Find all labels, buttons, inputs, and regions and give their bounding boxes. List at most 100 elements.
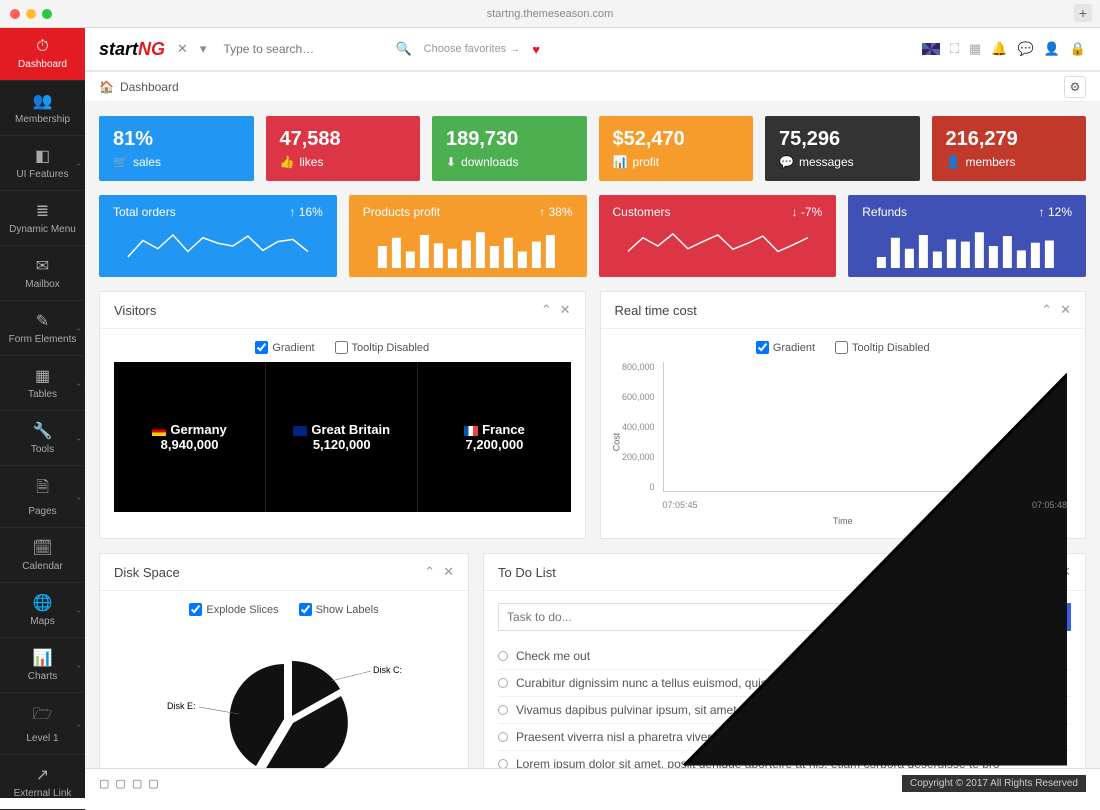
sidebar-label: UI Features [16, 169, 68, 180]
chevron-down-icon: ⌄ [75, 606, 82, 615]
sidebar-item-calendar[interactable]: 🗓Calendar [0, 528, 85, 583]
sidebar-icon: ⏱ [36, 38, 48, 56]
sidebar-label: Tables [28, 389, 57, 400]
todo-checkbox-icon[interactable] [498, 759, 508, 768]
gradient-checkbox[interactable]: Gradient [255, 341, 314, 354]
spark-card[interactable]: Customers↓ -7% [599, 195, 837, 277]
country-flag-icon [152, 426, 166, 436]
todo-checkbox-icon[interactable] [498, 651, 508, 661]
sidebar-icon: ↗ [36, 765, 49, 785]
collapse-icon[interactable]: ⌃ [1041, 302, 1052, 318]
stat-card-sales[interactable]: 81%🛒sales [99, 116, 254, 181]
twitter-icon[interactable]: ▢ [115, 777, 125, 790]
search-icon[interactable]: 🔍 [395, 41, 411, 57]
dropdown-icon[interactable]: ▾ [200, 41, 207, 57]
home-icon[interactable]: 🏠 [99, 80, 114, 94]
grid-icon[interactable]: ▦ [969, 41, 981, 57]
search-input[interactable] [218, 37, 383, 61]
sidebar-icon: 🗓 [32, 538, 52, 558]
todo-checkbox-icon[interactable] [498, 732, 508, 742]
stat-icon: 💬 [779, 155, 794, 169]
spark-card[interactable]: Products profit↑ 38% [349, 195, 587, 277]
settings-button[interactable]: ⚙ [1064, 76, 1086, 98]
lock-icon[interactable]: 🔒 [1070, 41, 1086, 57]
sidebar-item-form-elements[interactable]: ✎Form Elements⌄ [0, 301, 85, 356]
stat-label: members [965, 155, 1015, 169]
country-stat: France7,200,000 [418, 362, 570, 512]
collapse-icon[interactable]: ⌃ [541, 302, 552, 318]
show-labels-checkbox[interactable]: Show Labels [299, 603, 379, 616]
spark-card[interactable]: Refunds↑ 12% [848, 195, 1086, 277]
stat-card-members[interactable]: 216,279👤members [932, 116, 1087, 181]
sidebar-item-dynamic-menu[interactable]: ≣Dynamic Menu [0, 191, 85, 246]
sparkbar-chart [862, 228, 1072, 268]
facebook-icon[interactable]: ▢ [99, 777, 109, 790]
sidebar-item-tables[interactable]: ▦Tables⌄ [0, 356, 85, 411]
notification-icon[interactable]: 🔔 [991, 41, 1007, 57]
panel-title: Real time cost [615, 303, 697, 318]
sidebar-icon: ▦ [35, 366, 50, 386]
chevron-down-icon: ⌄ [75, 661, 82, 670]
sidebar-item-charts[interactable]: 📊Charts⌄ [0, 638, 85, 693]
sidebar-icon: ◧ [35, 146, 50, 166]
close-panel-icon[interactable]: ✕ [443, 564, 454, 580]
language-flag-icon[interactable] [922, 43, 940, 55]
close-icon[interactable]: ✕ [177, 41, 188, 57]
sidebar-item-maps[interactable]: 🌐Maps⌄ [0, 583, 85, 638]
sidebar-item-ui-features[interactable]: ◧UI Features⌄ [0, 136, 85, 191]
sparkline-chart [113, 228, 323, 268]
sidebar-item-tools[interactable]: 🔧Tools⌄ [0, 411, 85, 466]
sidebar-item-mailbox[interactable]: ✉ Mailbox [0, 246, 85, 301]
sidebar: ⏱Dashboard👥Membership ◧ UI Features ⌄ ≣Dynam… [0, 28, 85, 798]
sidebar-item-dashboard[interactable]: ⏱Dashboard [0, 28, 85, 81]
copyright: Copyright © 2017 All Rights Reserved [902, 775, 1086, 792]
chat-icon[interactable]: 💬 [1017, 41, 1033, 57]
sidebar-label: Dynamic Menu [9, 224, 76, 235]
pinterest-icon[interactable]: ▢ [148, 777, 158, 790]
disk-space-panel: Disk Space ⌃ ✕ Explode Slices Show Labels [99, 553, 469, 768]
stat-icon: 👤 [946, 155, 961, 169]
close-panel-icon[interactable]: ✕ [560, 302, 571, 318]
heart-icon[interactable]: ♥ [532, 42, 540, 57]
country-flag-icon [293, 426, 307, 436]
country-population: 5,120,000 [313, 437, 371, 452]
explode-checkbox[interactable]: Explode Slices [189, 603, 278, 616]
tooltip-checkbox[interactable]: Tooltip Disabled [335, 341, 430, 354]
stat-icon: ⬇ [446, 155, 456, 169]
stat-card-profit[interactable]: $52,470📊profit [599, 116, 754, 181]
topbar: startNG ✕ ▾ 🔍 Choose favorites → ♥ ⛶ ▦ 🔔… [85, 28, 1100, 72]
sidebar-item-level-1[interactable]: 🗁Level 1⌄ [0, 693, 85, 755]
sidebar-icon: 📊 [33, 648, 53, 668]
sidebar-icon: ✉ [36, 256, 49, 276]
close-panel-icon[interactable]: ✕ [1060, 302, 1071, 318]
todo-checkbox-icon[interactable] [498, 705, 508, 715]
stat-card-downloads[interactable]: 189,730⬇downloads [432, 116, 587, 181]
window-close-icon[interactable] [10, 9, 20, 19]
chevron-down-icon: ⌄ [75, 492, 82, 501]
stat-card-likes[interactable]: 47,588👍likes [266, 116, 421, 181]
todo-checkbox-icon[interactable] [498, 678, 508, 688]
spark-card[interactable]: Total orders↑ 16% [99, 195, 337, 277]
instagram-icon[interactable]: ▢ [132, 777, 142, 790]
sidebar-item-pages[interactable]: 🗎Pages⌄ [0, 466, 85, 528]
sidebar-label: External Link [14, 788, 72, 799]
sparkline-chart [613, 228, 823, 268]
window-min-icon[interactable] [26, 9, 36, 19]
sidebar-item-membership[interactable]: 👥Membership [0, 81, 85, 136]
gradient-checkbox[interactable]: Gradient [756, 341, 815, 354]
tooltip-checkbox[interactable]: Tooltip Disabled [835, 341, 930, 354]
user-icon[interactable]: 👤 [1044, 41, 1060, 57]
spark-row: Total orders↑ 16%Products profit↑ 38%Cus… [99, 195, 1086, 277]
new-tab-button[interactable]: + [1074, 4, 1092, 22]
fullscreen-icon[interactable]: ⛶ [950, 41, 959, 57]
sidebar-label: Tools [31, 444, 54, 455]
country-flag-icon [464, 426, 478, 436]
sidebar-label: Mailbox [25, 279, 59, 290]
sidebar-label: Form Elements [9, 334, 77, 345]
panel-title: Disk Space [114, 565, 180, 580]
window-max-icon[interactable] [42, 9, 52, 19]
collapse-icon[interactable]: ⌃ [424, 564, 435, 580]
stat-value: 189,730 [446, 128, 573, 151]
stat-card-messages[interactable]: 75,296💬messages [765, 116, 920, 181]
sidebar-item-external-link[interactable]: ↗ External Link [0, 755, 85, 810]
